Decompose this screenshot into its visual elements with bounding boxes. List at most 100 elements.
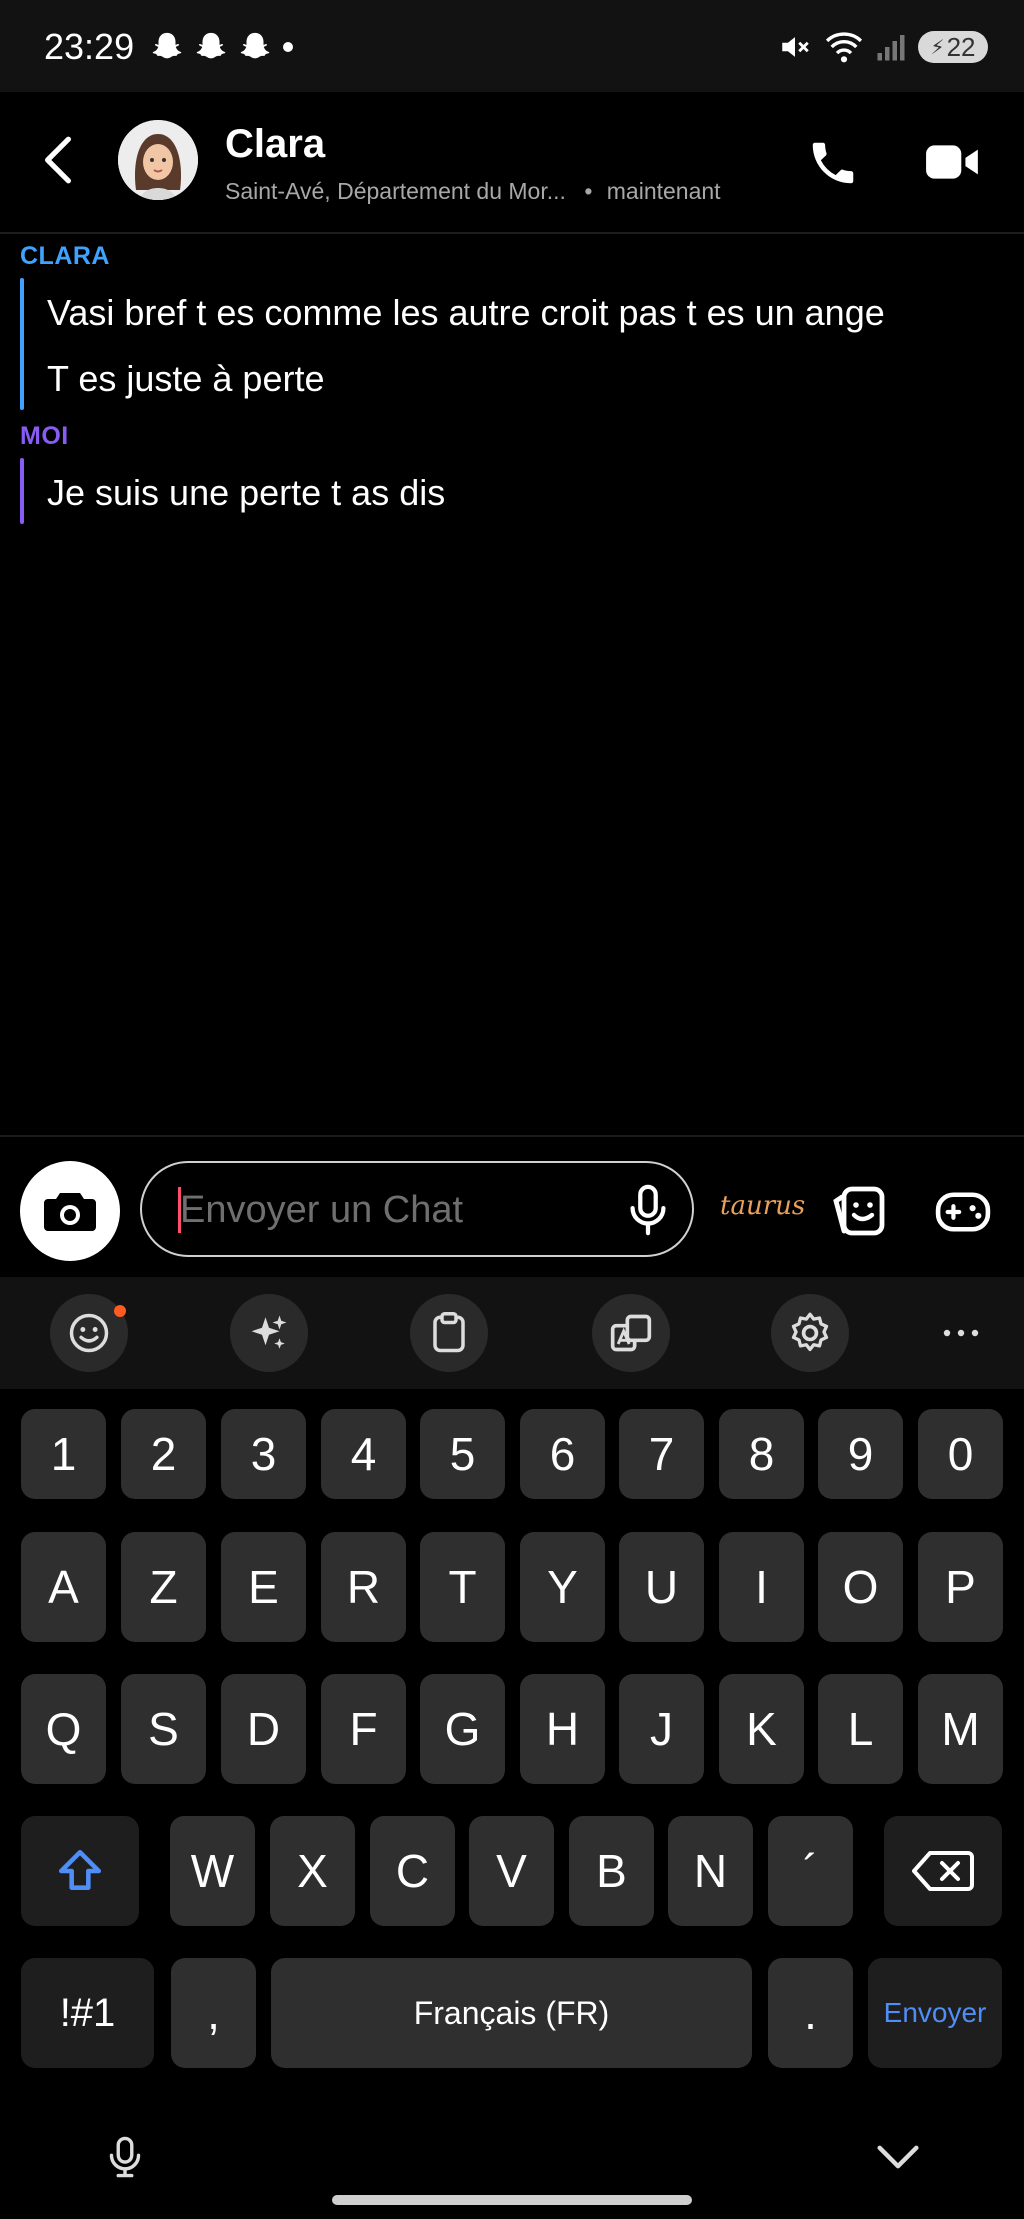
comma-key[interactable]: , xyxy=(171,1958,256,2068)
key-j[interactable]: J xyxy=(619,1674,704,1784)
back-arrow-icon[interactable] xyxy=(40,134,76,186)
period-key[interactable]: . xyxy=(768,1958,853,2068)
phone-call-icon[interactable] xyxy=(806,136,860,190)
key-g[interactable]: G xyxy=(420,1674,505,1784)
microphone-icon[interactable] xyxy=(628,1183,668,1237)
key-l[interactable]: L xyxy=(818,1674,903,1784)
sender-label-moi: MOI xyxy=(20,422,69,450)
backspace-icon xyxy=(912,1851,974,1891)
key-c[interactable]: C xyxy=(370,1816,455,1926)
key-e[interactable]: E xyxy=(221,1532,306,1642)
status-bar: 23:29 ⚡ 22 xyxy=(0,0,1024,92)
keyboard: 1 2 3 4 5 6 7 8 9 0 A Z E R T Y U I O P … xyxy=(0,1389,1024,2139)
signal-icon xyxy=(877,35,905,61)
clipboard-icon xyxy=(433,1312,465,1353)
backspace-key[interactable] xyxy=(884,1816,1002,1926)
key-0[interactable]: 0 xyxy=(918,1409,1003,1499)
shift-key[interactable] xyxy=(21,1816,139,1926)
key-q[interactable]: Q xyxy=(21,1674,106,1784)
key-r[interactable]: R xyxy=(321,1532,406,1642)
translate-button[interactable] xyxy=(592,1294,670,1372)
separator-dot: • xyxy=(584,178,593,204)
message-text[interactable]: T es juste à perte xyxy=(47,358,325,400)
more-options-button[interactable] xyxy=(922,1294,1000,1372)
notification-icons xyxy=(150,30,294,64)
key-f[interactable]: F xyxy=(321,1674,406,1784)
key-v[interactable]: V xyxy=(469,1816,554,1926)
contact-name[interactable]: Clara xyxy=(225,122,325,167)
sender-label-clara: CLARA xyxy=(20,242,110,270)
key-y[interactable]: Y xyxy=(520,1532,605,1642)
key-9[interactable]: 9 xyxy=(818,1409,903,1499)
chat-header: Clara Saint-Avé, Département du Mor... •… xyxy=(0,92,1024,234)
key-k[interactable]: K xyxy=(719,1674,804,1784)
translate-icon xyxy=(610,1314,652,1352)
battery-level: 22 xyxy=(946,31,976,62)
key-p[interactable]: P xyxy=(918,1532,1003,1642)
video-call-icon[interactable] xyxy=(924,140,982,184)
key-accent[interactable]: ´ xyxy=(768,1816,853,1926)
clipboard-button[interactable] xyxy=(410,1294,488,1372)
keyboard-settings-button[interactable] xyxy=(771,1294,849,1372)
status-time: 23:29 xyxy=(44,26,135,67)
key-6[interactable]: 6 xyxy=(520,1409,605,1499)
status-right: ⚡ 22 xyxy=(778,30,988,64)
key-m[interactable]: M xyxy=(918,1674,1003,1784)
key-2[interactable]: 2 xyxy=(121,1409,206,1499)
key-z[interactable]: Z xyxy=(121,1532,206,1642)
navigation-bar xyxy=(0,2136,1024,2219)
key-o[interactable]: O xyxy=(818,1532,903,1642)
emoji-icon xyxy=(69,1313,109,1353)
key-7[interactable]: 7 xyxy=(619,1409,704,1499)
ai-sparkle-button[interactable] xyxy=(230,1294,308,1372)
key-8[interactable]: 8 xyxy=(719,1409,804,1499)
avatar[interactable] xyxy=(118,120,198,200)
key-u[interactable]: U xyxy=(619,1532,704,1642)
key-5[interactable]: 5 xyxy=(420,1409,505,1499)
key-i[interactable]: I xyxy=(719,1532,804,1642)
wifi-icon xyxy=(825,32,863,63)
voice-input-icon[interactable] xyxy=(108,2135,142,2179)
message-bar-moi xyxy=(20,458,24,524)
battery-indicator: ⚡ 22 xyxy=(918,31,988,63)
dot-indicator-icon xyxy=(283,42,293,52)
key-n[interactable]: N xyxy=(668,1816,753,1926)
key-1[interactable]: 1 xyxy=(21,1409,106,1499)
chat-input[interactable]: Envoyer un Chat xyxy=(140,1161,694,1257)
symbols-key[interactable]: !#1 xyxy=(21,1958,154,2068)
camera-icon xyxy=(44,1193,96,1231)
spacebar[interactable]: Français (FR) xyxy=(271,1958,752,2068)
settings-icon xyxy=(791,1312,829,1352)
key-d[interactable]: D xyxy=(221,1674,306,1784)
send-key[interactable]: Envoyer xyxy=(868,1958,1002,2068)
sparkle-icon xyxy=(251,1315,287,1349)
key-w[interactable]: W xyxy=(170,1816,255,1926)
snapchat-ghost-icon xyxy=(152,32,182,59)
game-controller-icon[interactable] xyxy=(934,1189,992,1235)
message-bar-clara xyxy=(20,278,24,410)
key-t[interactable]: T xyxy=(420,1532,505,1642)
home-indicator[interactable] xyxy=(332,2195,692,2205)
mute-icon xyxy=(782,37,809,57)
key-s[interactable]: S xyxy=(121,1674,206,1784)
key-x[interactable]: X xyxy=(270,1816,355,1926)
snapchat-ghost-icon xyxy=(240,32,270,59)
hide-keyboard-chevron-icon[interactable] xyxy=(876,2143,920,2171)
taurus-sticker[interactable]: taurus xyxy=(720,1191,805,1221)
message-text[interactable]: Je suis une perte t as dis xyxy=(47,472,445,514)
key-4[interactable]: 4 xyxy=(321,1409,406,1499)
battery-charging-icon: ⚡ xyxy=(930,36,945,59)
more-icon xyxy=(943,1329,979,1337)
chat-composer: Envoyer un Chat taurus xyxy=(0,1135,1024,1279)
last-seen: maintenant xyxy=(606,178,721,204)
key-a[interactable]: A xyxy=(21,1532,106,1642)
chat-input-placeholder: Envoyer un Chat xyxy=(180,1189,464,1231)
key-b[interactable]: B xyxy=(569,1816,654,1926)
sticker-icon[interactable] xyxy=(832,1185,888,1239)
key-h[interactable]: H xyxy=(520,1674,605,1784)
shift-arrow-icon xyxy=(58,1849,102,1890)
bitmoji-avatar-icon xyxy=(118,120,198,200)
camera-button[interactable] xyxy=(20,1161,120,1261)
key-3[interactable]: 3 xyxy=(221,1409,306,1499)
message-text[interactable]: Vasi bref t es comme les autre croit pas… xyxy=(47,292,885,334)
